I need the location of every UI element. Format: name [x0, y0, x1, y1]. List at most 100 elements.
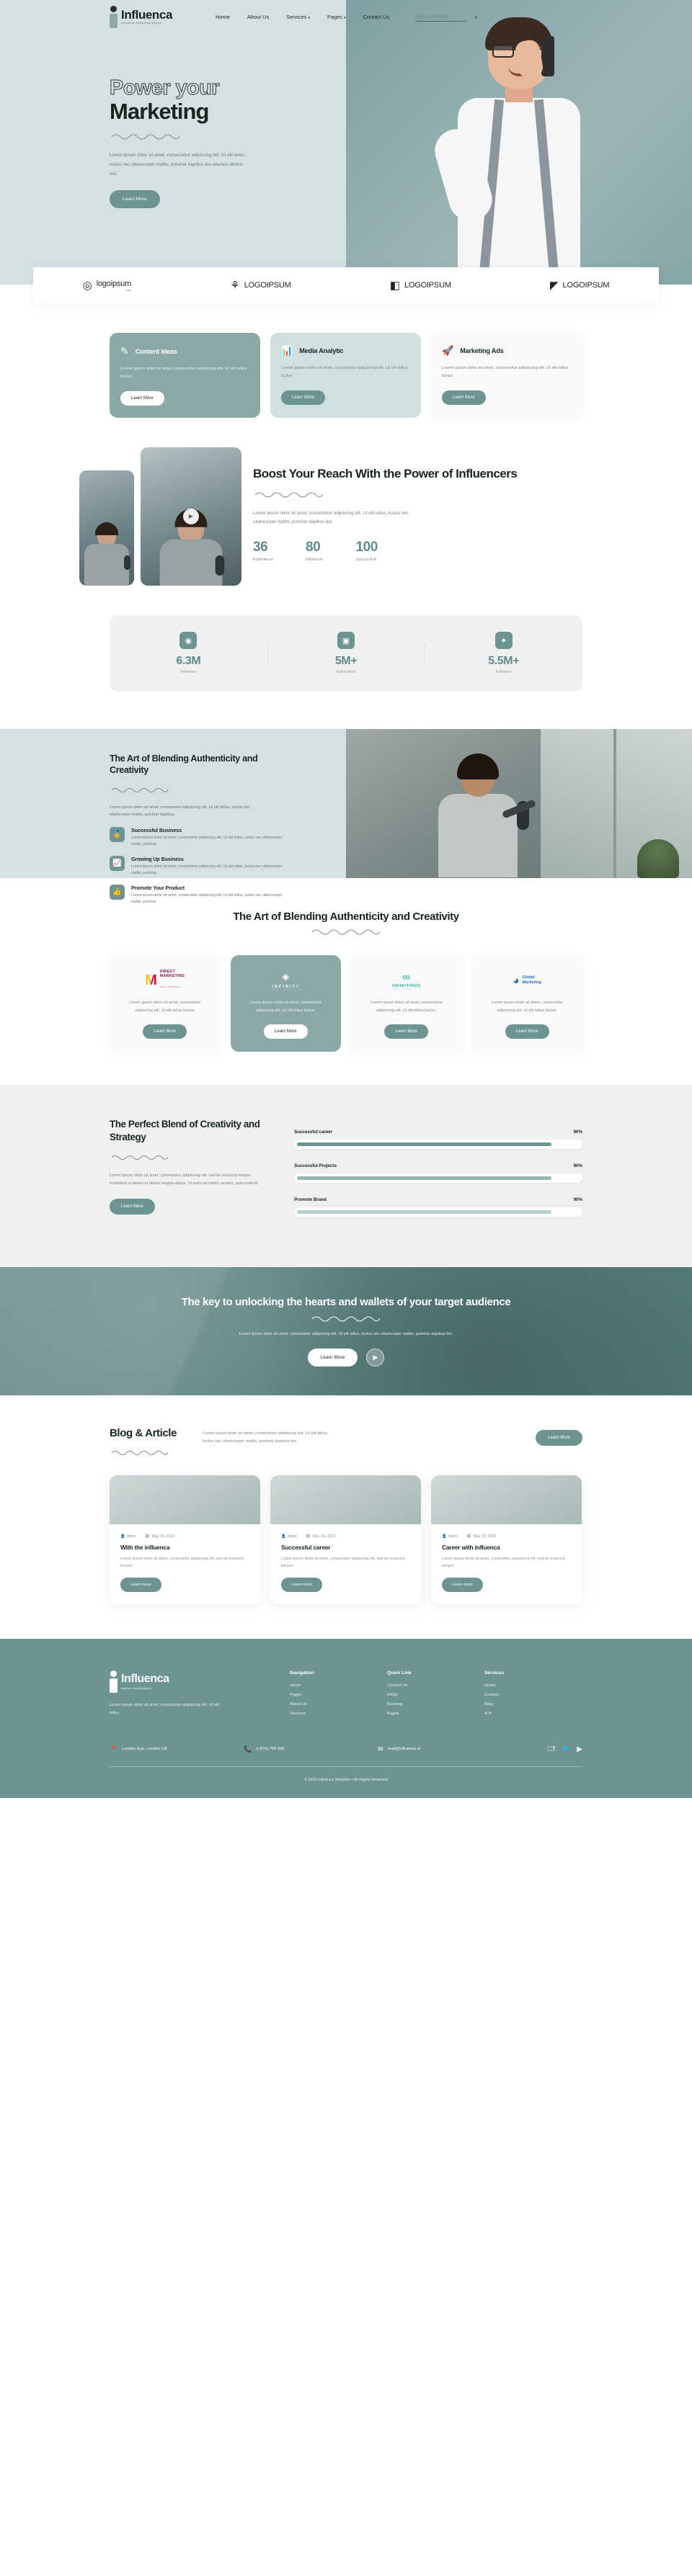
service-card-media-analytic[interactable]: 📊 Media Analytic Lorem ipsum dolor sit a… [270, 333, 421, 418]
chevron-down-icon: ▾ [308, 16, 311, 20]
facebook-icon[interactable]: f [548, 1745, 555, 1753]
blog-card-learn-more-button[interactable]: Learn more [442, 1577, 483, 1592]
footer-link[interactable]: FAQs [387, 1693, 484, 1697]
service-card-content-ideas[interactable]: ✎ Content Ideas Lorem ipsum dolor sit am… [110, 333, 260, 418]
search-input[interactable] [415, 12, 468, 22]
partner-card-direct-marketing[interactable]: M DIRECT MARKETING SMALL MARKETING Lorem… [110, 955, 221, 1052]
perfect-blend-paragraph: Lorem ipsum dolor sit amet, consectetur … [110, 1173, 259, 1186]
nav-item-contact-us[interactable]: Contact Us [363, 14, 390, 20]
twitter-icon[interactable]: 🐦 [562, 1745, 570, 1753]
service-learn-more-button[interactable]: Learn More [120, 390, 164, 406]
service-learn-more-button[interactable]: Learn More [442, 390, 486, 405]
blog-date: 🗓 May 29, 2023 [306, 1534, 336, 1539]
footer-email[interactable]: ✉ mail@influenca.id [378, 1745, 512, 1753]
partner-card-desc: Lorem ipsum dolor sit amet, consectetur … [491, 1001, 564, 1013]
footer-link[interactable]: Pages [387, 1712, 484, 1716]
boost-image-large: ▶ [141, 447, 241, 586]
footer-socials: f 🐦 ▶ [548, 1745, 582, 1753]
partner-card-global-marketing[interactable]: ◕ Global Marketing Lorem ipsum dolor sit… [471, 955, 582, 1052]
partner-learn-more-button[interactable]: Learn More [143, 1024, 187, 1039]
partner-learn-more-button[interactable]: Learn More [505, 1024, 549, 1039]
blog-card[interactable]: 👤 kitpro 🗓 May 29, 2023 With the influenca… [110, 1475, 260, 1604]
feature-title: Successful Business [131, 827, 182, 834]
service-learn-more-button[interactable]: Learn More [281, 390, 325, 405]
direct-marketing-logo: M DIRECT MARKETING SMALL MARKETING [145, 970, 185, 989]
progress-row-successful-projects: Successful Projects 90% [294, 1163, 582, 1183]
footer-link[interactable]: Home [484, 1683, 582, 1688]
social-stat-label: Followers [180, 670, 197, 675]
progress-track [294, 1207, 582, 1217]
partner-card-desc: Lorem ipsum dolor sit amet, consectetur … [249, 1001, 322, 1013]
squiggle-divider-icon [111, 784, 346, 797]
stat-number: 80 [306, 540, 321, 555]
service-card-marketing-ads[interactable]: 🚀 Marketing Ads Lorem ipsum dolor sit am… [431, 333, 582, 418]
nav-item-home[interactable]: Home [216, 14, 230, 20]
feature-desc: Lorem ipsum dolor sit amet, consectetur … [131, 893, 283, 904]
partner-cards: M DIRECT MARKETING SMALL MARKETING Lorem… [110, 955, 582, 1052]
footer-link[interactable]: Contact Us [387, 1683, 484, 1688]
footer-logo[interactable]: Influenca Influencer Marketing Agency [110, 1670, 290, 1693]
squiggle-divider-icon [111, 1151, 265, 1164]
partner-card-infiniti[interactable]: ◈ INFINITI LOREM IPSUM DOLOR Lorem ipsum… [230, 955, 341, 1052]
nav-item-pages[interactable]: Pages ▾ [327, 14, 345, 20]
play-icon[interactable]: ▶ [366, 1349, 385, 1367]
blog-date: 🗓 May 29, 2023 [466, 1534, 497, 1539]
blog-card-title: With the influenca [120, 1543, 170, 1551]
perfect-blend-learn-more-button[interactable]: Learn More [110, 1198, 155, 1215]
social-stat-youtube: ▣ 5M+ Subscribers [267, 632, 425, 674]
user-icon: 👤 [281, 1534, 286, 1539]
nav-item-services[interactable]: Services ▾ [286, 14, 310, 20]
logoipsum-block-icon: ◧ [389, 279, 400, 292]
blog-card[interactable]: 👤 kitpro 🗓 May 29, 2023 Career with influe… [431, 1475, 582, 1604]
logo-mark-icon [110, 1670, 117, 1693]
hero-learn-more-button[interactable]: Learn More [110, 190, 160, 209]
progress-label: Promote Brand [294, 1197, 327, 1202]
footer-address: 📍 London Eye, London UK [110, 1745, 168, 1753]
blog-author: 👤 kitpro [281, 1534, 298, 1539]
partner-learn-more-button[interactable]: Learn More [384, 1024, 429, 1039]
footer-link[interactable]: About Us [290, 1702, 387, 1707]
art-blending-photo [346, 728, 692, 878]
progress-track [294, 1139, 582, 1149]
cta-banner: The key to unlocking the hearts and wall… [0, 1266, 692, 1395]
footer-phone[interactable]: 📞 (+876) 765 665 [244, 1745, 378, 1753]
pencil-ruler-icon: ✎ [120, 345, 129, 357]
blog-card-learn-more-button[interactable]: Learn more [281, 1577, 322, 1592]
feature-promote-your-product: 👍 Promote Your Product Lorem ipsum dolor… [110, 884, 288, 905]
progress-row-promote-brand: Promote Brand 90% [294, 1197, 582, 1217]
boost-section: ▶ Boost Your Reach With the Power of Inf… [79, 447, 613, 586]
footer-link[interactable]: Blog [484, 1702, 582, 1707]
blog-learn-more-button[interactable]: Learn More [536, 1429, 582, 1446]
brand-logo-1: ◎ logoipsum .com [82, 279, 132, 292]
youtube-icon[interactable]: ▶ [577, 1745, 582, 1753]
main-nav: Home About Us Services ▾ Pages ▾ Contact U… [216, 14, 389, 20]
blog-card-desc: Lorem ipsum dolor sit amet, consectetur … [281, 1556, 404, 1568]
partner-card-infinitious[interactable]: ∞ INFINITIOUS LOREM IPSUM DOLOR Lorem ip… [351, 955, 462, 1052]
blog-card-learn-more-button[interactable]: Learn more [120, 1577, 161, 1592]
art-partners-heading: The Art of Blending Authenticity and Cre… [233, 910, 459, 923]
partner-learn-more-button[interactable]: Learn More [263, 1024, 308, 1039]
global-marketing-logo: ◕ Global Marketing [513, 974, 541, 987]
infiniti-logo: ◈ INFINITI LOREM IPSUM DOLOR [268, 971, 303, 991]
badge-icon: 🏅 [110, 827, 125, 843]
footer-column-title: Navigation [290, 1670, 314, 1676]
footer-logo-tagline: Influencer Marketing Agency [121, 1687, 152, 1691]
footer-link[interactable]: Contact [484, 1693, 582, 1697]
footer-link[interactable]: Home [290, 1683, 387, 1688]
squiggle-divider-icon [0, 928, 692, 935]
search-icon[interactable]: ⌕ [474, 13, 478, 21]
blog-intro: Lorem ipsum dolor sit amet, consectetur … [203, 1431, 329, 1444]
twitter-icon: ✦ [494, 632, 513, 650]
footer-link[interactable]: 404 [484, 1712, 582, 1716]
site-logo[interactable]: Influenca Influencer Marketing Agency [110, 6, 172, 28]
footer-link[interactable]: Services [290, 1712, 387, 1716]
brand-logo-strip: ◎ logoipsum .com ⚘ LOGOIPSUM ◧ LOGOIPSUM … [33, 267, 659, 303]
blog-card[interactable]: 👤 kitpro 🗓 May 29, 2023 Successful career … [270, 1475, 421, 1604]
nav-item-about-us[interactable]: About Us [247, 14, 269, 20]
footer-link[interactable]: Booking [387, 1702, 484, 1707]
cta-learn-more-button[interactable]: Learn More [307, 1349, 358, 1367]
play-icon[interactable]: ▶ [183, 508, 199, 524]
service-card-title: Media Analytic [299, 347, 344, 354]
skill-bars: Successful career 90% Successful Project… [294, 1118, 582, 1231]
footer-link[interactable]: Pages [290, 1693, 387, 1697]
